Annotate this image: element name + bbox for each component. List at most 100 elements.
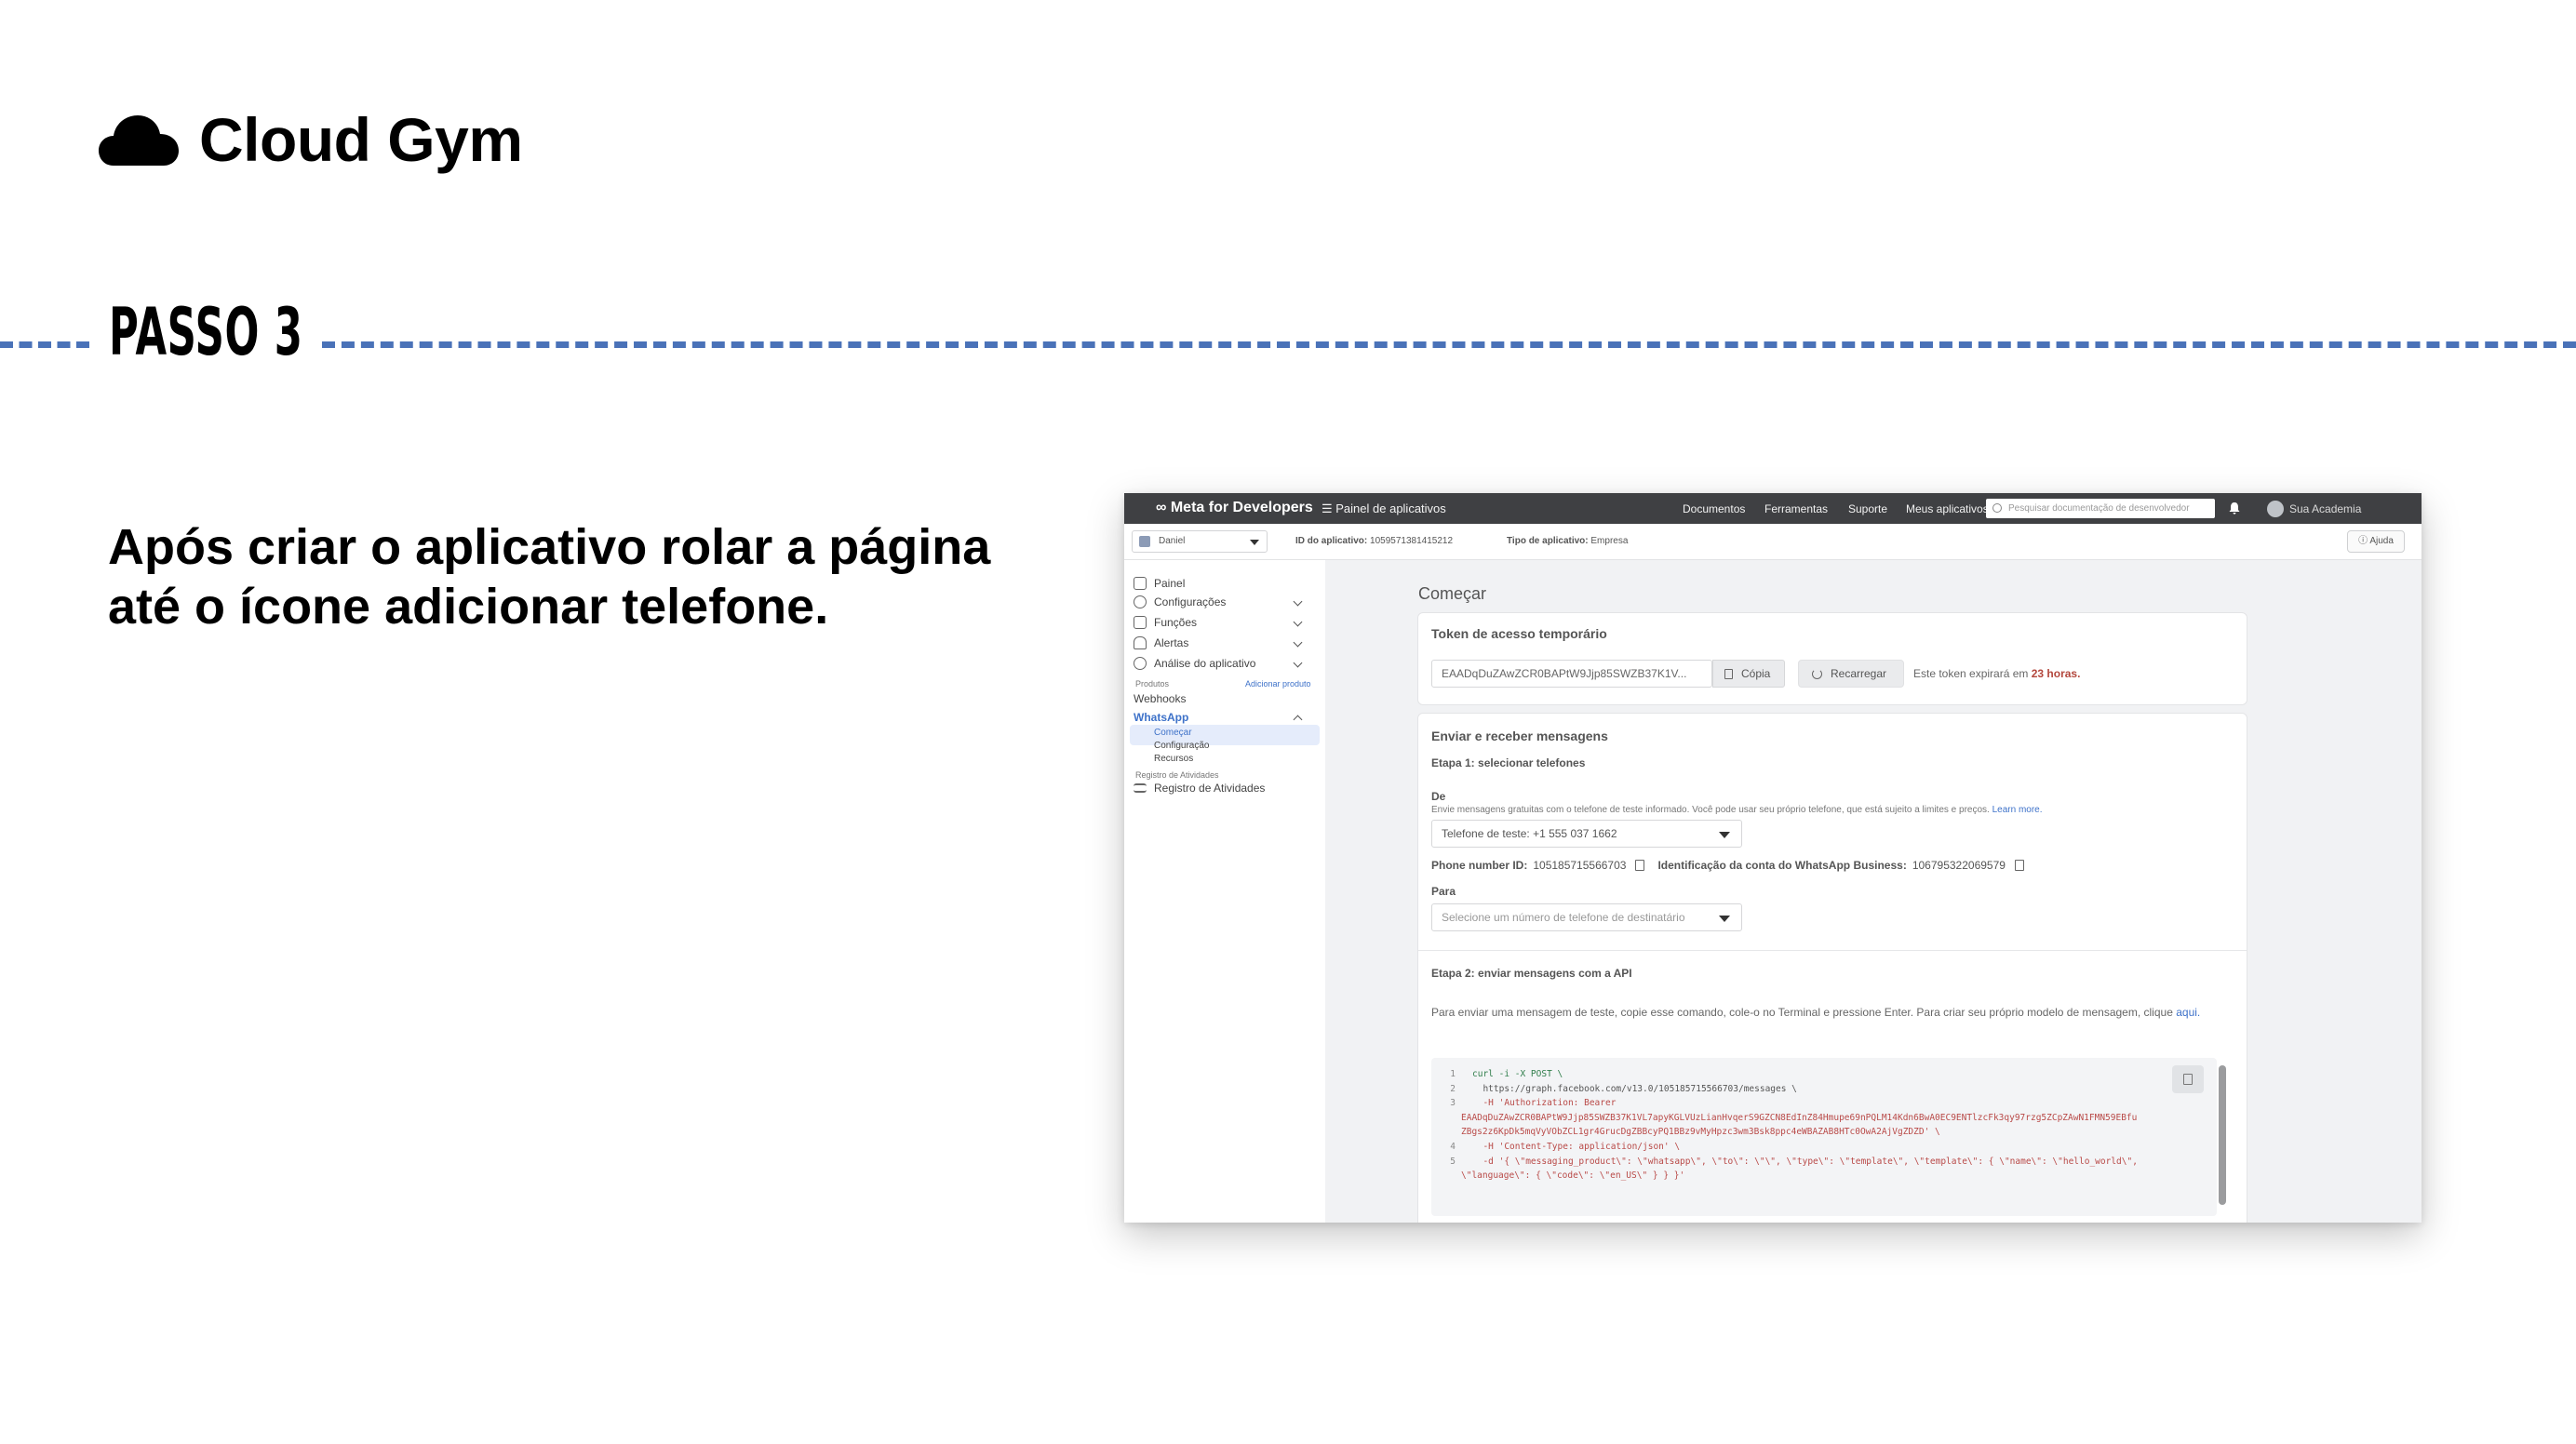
step1-title: Etapa 1: selecionar telefones bbox=[1431, 756, 1586, 769]
code-line: https://graph.facebook.com/v13.0/1051857… bbox=[1472, 1083, 1797, 1094]
chevron-down-icon bbox=[1719, 916, 1730, 922]
app-icon bbox=[1139, 536, 1150, 547]
access-token-field[interactable]: EAADqDuZAwZCR0BAPtW9Jjp85SWZB37K1V... bbox=[1431, 660, 1712, 688]
token-card-title: Token de acesso temporário bbox=[1431, 626, 1607, 641]
line-number: 4 bbox=[1450, 1142, 1456, 1152]
code-line: -d '{ \"messaging_product\": \"whatsapp\… bbox=[1472, 1156, 2138, 1167]
nav-meus-aplicativos[interactable]: Meus aplicativos bbox=[1906, 502, 1989, 515]
sidebar-sub-recursos[interactable]: Recursos bbox=[1154, 754, 1193, 764]
app-selector[interactable]: Daniel bbox=[1132, 530, 1268, 553]
apps-panel-link[interactable]: ☰ Painel de aplicativos bbox=[1322, 501, 1446, 516]
chevron-down-icon bbox=[1293, 637, 1303, 648]
step-title: PASSO 3 bbox=[109, 294, 303, 370]
help-button[interactable]: ⓘ Ajuda bbox=[2347, 530, 2405, 553]
dashed-divider-right bbox=[322, 341, 2576, 348]
from-label: De bbox=[1431, 790, 1446, 803]
sidebar-item-analise[interactable]: Análise do aplicativo bbox=[1134, 657, 1316, 670]
app-info-bar: Daniel ID do aplicativo: 105957138141521… bbox=[1124, 524, 2422, 560]
from-phone-select[interactable]: Telefone de teste: +1 555 037 1662 bbox=[1431, 820, 1742, 848]
code-line: EAADqDuZAwZCR0BAPtW9Jjp85SWZB37K1VL7apyK… bbox=[1461, 1112, 2138, 1123]
brand-logo: Cloud Gym bbox=[99, 104, 523, 175]
step2-title: Etapa 2: enviar mensagens com a API bbox=[1431, 967, 1632, 980]
search-placeholder: Pesquisar documentação de desenvolvedor bbox=[2008, 503, 2190, 514]
curl-code-block[interactable]: 1 curl -i -X POST \ 2 https://graph.face… bbox=[1431, 1058, 2226, 1216]
code-line: curl -i -X POST \ bbox=[1472, 1069, 1563, 1079]
chevron-down-icon bbox=[1250, 540, 1259, 545]
cloud-icon bbox=[99, 115, 179, 166]
copy-icon[interactable] bbox=[1635, 860, 1645, 871]
code-line: -H 'Authorization: Bearer bbox=[1472, 1098, 1617, 1109]
sidebar-item-webhooks[interactable]: Webhooks bbox=[1134, 692, 1316, 705]
products-label: Produtos bbox=[1135, 679, 1170, 689]
chevron-down-icon bbox=[1293, 617, 1303, 627]
account-menu[interactable]: Sua Academia bbox=[2289, 502, 2361, 515]
top-navigation-bar: ∞ Meta for Developers ☰ Painel de aplica… bbox=[1124, 493, 2422, 524]
app-type-info: Tipo de aplicativo: Empresa bbox=[1507, 536, 1629, 546]
nav-ferramentas[interactable]: Ferramentas bbox=[1764, 502, 1828, 515]
chevron-down-icon bbox=[1293, 596, 1303, 607]
sidebar-item-painel[interactable]: Painel bbox=[1134, 577, 1316, 590]
create-template-link[interactable]: aqui. bbox=[2176, 1006, 2200, 1019]
to-phone-select[interactable]: Selecione um número de telefone de desti… bbox=[1431, 903, 1742, 931]
section-divider bbox=[1418, 950, 2247, 951]
add-product-link[interactable]: Adicionar produto bbox=[1245, 679, 1311, 689]
app-name: Daniel bbox=[1159, 536, 1186, 546]
sidebar-item-whatsapp[interactable]: WhatsApp bbox=[1134, 711, 1316, 725]
page-title: Começar bbox=[1418, 584, 1487, 603]
phone-ids-row: Phone number ID: 105185715566703 Identifi… bbox=[1431, 859, 2032, 872]
sidebar-item-alertas[interactable]: Alertas bbox=[1134, 636, 1316, 649]
send-card-title: Enviar e receber mensagens bbox=[1431, 729, 1608, 743]
line-number: 2 bbox=[1450, 1083, 1456, 1094]
line-number: 3 bbox=[1450, 1098, 1456, 1109]
roles-icon bbox=[1134, 616, 1147, 629]
code-line: -H 'Content-Type: application/json' \ bbox=[1472, 1142, 1681, 1152]
nav-documentos[interactable]: Documentos bbox=[1683, 502, 1745, 515]
copy-token-button[interactable]: Cópia bbox=[1712, 660, 1785, 688]
copy-icon bbox=[2183, 1074, 2193, 1085]
line-number: 5 bbox=[1450, 1156, 1456, 1167]
account-avatar[interactable] bbox=[2267, 501, 2284, 517]
step2-description: Para enviar uma mensagem de teste, copie… bbox=[1431, 1006, 2201, 1019]
sidebar-item-funcoes[interactable]: Funções bbox=[1134, 616, 1316, 629]
from-help-text: Envie mensagens gratuitas com o telefone… bbox=[1431, 805, 2043, 815]
code-scrollbar[interactable] bbox=[2219, 1065, 2226, 1205]
refresh-icon bbox=[1812, 669, 1822, 679]
sidebar-item-registro[interactable]: Registro de Atividades bbox=[1134, 782, 1316, 795]
reload-token-button[interactable]: Recarregar bbox=[1798, 660, 1904, 688]
sidebar-sub-comecar[interactable]: Começar bbox=[1154, 728, 1192, 738]
copy-code-button[interactable] bbox=[2172, 1065, 2204, 1093]
meta-for-developers-logo[interactable]: ∞ Meta for Developers bbox=[1156, 500, 1313, 516]
app-id-info: ID do aplicativo: 1059571381415212 bbox=[1295, 536, 1453, 546]
learn-more-link[interactable]: Learn more. bbox=[1992, 805, 2043, 815]
line-number: 1 bbox=[1450, 1069, 1456, 1079]
chevron-down-icon bbox=[1719, 832, 1730, 838]
brand-name: Cloud Gym bbox=[199, 105, 523, 174]
dashed-divider-left bbox=[0, 341, 89, 348]
token-expiry-text: Este token expirará em 23 horas. bbox=[1913, 667, 2081, 680]
instruction-text: Após criar o aplicativo rolar a página a… bbox=[108, 519, 991, 635]
send-messages-card: Enviar e receber mensagens Etapa 1: sele… bbox=[1417, 713, 2247, 1223]
home-icon bbox=[1134, 577, 1147, 590]
sidebar: Painel Configurações Funções Alertas Aná… bbox=[1124, 560, 1325, 1223]
code-line: ZBgs2z6KpDk5mqVyVObZCL1gr4GrucDgZBBcyPQ1… bbox=[1461, 1127, 1940, 1138]
nav-suporte[interactable]: Suporte bbox=[1848, 502, 1887, 515]
copy-icon bbox=[1724, 669, 1733, 679]
token-card: Token de acesso temporário EAADqDuZAwZCR… bbox=[1417, 612, 2247, 705]
chevron-down-icon bbox=[1293, 658, 1303, 668]
copy-icon[interactable] bbox=[2014, 860, 2024, 871]
chevron-up-icon bbox=[1293, 715, 1303, 725]
notifications-bell-icon[interactable] bbox=[2228, 501, 2241, 515]
to-label: Para bbox=[1431, 885, 1456, 898]
activity-section-label: Registro de Atividades bbox=[1135, 770, 1219, 780]
list-icon bbox=[1134, 783, 1147, 793]
main-content: Começar Token de acesso temporário EAADq… bbox=[1325, 560, 2422, 1223]
search-icon bbox=[1992, 503, 2002, 513]
check-shield-icon bbox=[1134, 657, 1147, 670]
meta-developers-screenshot: ∞ Meta for Developers ☰ Painel de aplica… bbox=[1124, 493, 2422, 1223]
code-line: \"language\": { \"code\": \"en_US\" } } … bbox=[1461, 1170, 1685, 1182]
sidebar-sub-configuracao[interactable]: Configuração bbox=[1154, 741, 1209, 751]
gear-icon bbox=[1134, 595, 1147, 608]
sidebar-item-configuracoes[interactable]: Configurações bbox=[1134, 595, 1316, 608]
docs-search-input[interactable]: Pesquisar documentação de desenvolvedor bbox=[1986, 499, 2215, 518]
bell-icon bbox=[1134, 636, 1147, 649]
